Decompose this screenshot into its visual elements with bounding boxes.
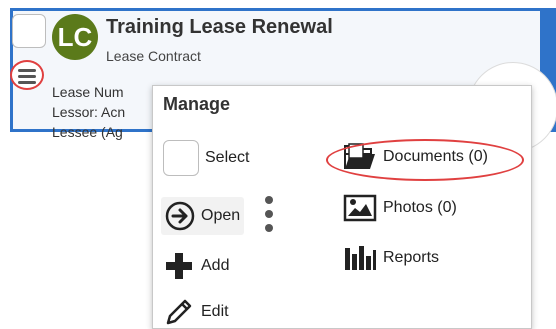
card-title[interactable]: Training Lease Renewal xyxy=(106,16,333,39)
bar-chart-icon xyxy=(345,246,376,270)
documents-highlight-oval xyxy=(326,139,524,181)
more-vertical-icon[interactable] xyxy=(264,196,274,232)
select-label: Select xyxy=(205,149,250,166)
image-icon xyxy=(343,194,377,222)
photos-label: Photos (0) xyxy=(383,199,457,216)
photos-action[interactable]: Photos (0) xyxy=(343,194,457,222)
edit-label: Edit xyxy=(201,303,229,320)
add-action[interactable]: Add xyxy=(163,250,229,282)
plus-icon xyxy=(166,253,192,279)
avatar: LC xyxy=(52,14,98,60)
card-subtitle: Lease Contract xyxy=(106,48,201,64)
lessor-label: Lessor: Acn xyxy=(52,104,126,120)
lessee-label: Lessee (Ag xyxy=(52,124,123,140)
arrow-circle-right-icon xyxy=(165,201,195,231)
add-label: Add xyxy=(201,257,230,274)
reports-label: Reports xyxy=(383,249,440,266)
open-button[interactable]: Open xyxy=(161,197,245,235)
manage-dropdown-panel: Manage Select Open Add Edit Documents (0… xyxy=(152,85,532,329)
menu-icon xyxy=(18,69,36,72)
select-action[interactable]: Select xyxy=(163,140,249,176)
select-checkbox[interactable] xyxy=(163,140,199,176)
panel-title: Manage xyxy=(163,94,231,114)
menu-button[interactable] xyxy=(10,60,44,90)
lease-number-label: Lease Num xyxy=(52,84,124,100)
pencil-icon xyxy=(166,299,192,325)
open-label: Open xyxy=(201,207,241,224)
edit-action[interactable]: Edit xyxy=(163,296,229,328)
reports-action[interactable]: Reports xyxy=(343,244,439,272)
card-select-checkbox[interactable] xyxy=(12,14,46,48)
